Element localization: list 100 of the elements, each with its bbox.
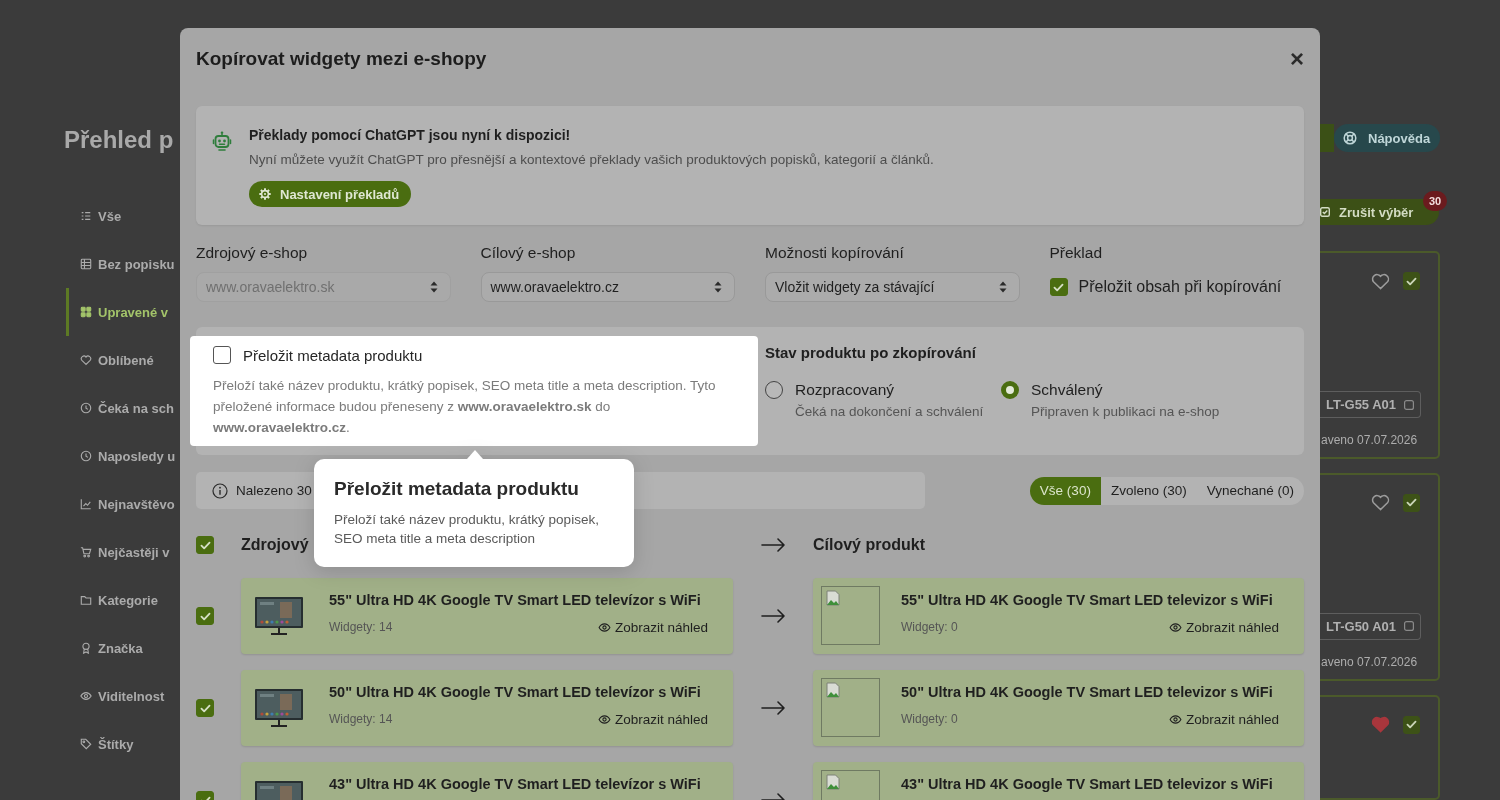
filter-tab[interactable]: Vynechané (0)	[1196, 476, 1304, 505]
checkmark-icon	[199, 611, 211, 621]
clock-icon	[80, 402, 92, 414]
robot-icon	[212, 131, 232, 151]
product-title: 55" Ultra HD 4K Google TV Smart LED televízor s WiFi	[329, 591, 701, 610]
checkbox[interactable]	[196, 607, 214, 625]
sidebar-item[interactable]: Čeká na sch	[66, 384, 180, 432]
filter-tab[interactable]: Zvoleno (30)	[1100, 476, 1197, 505]
sidebar-item[interactable]: Nejčastěji v	[66, 528, 180, 576]
widget-count: Widgety: 14	[329, 711, 393, 727]
updown-caret-icon	[714, 281, 722, 293]
heart-icon	[80, 354, 92, 366]
checkmark-icon	[199, 703, 211, 713]
checkmark-icon	[199, 540, 211, 550]
square-icon	[1404, 399, 1415, 410]
sidebar-item[interactable]: Kategorie	[66, 576, 180, 624]
folder-icon	[80, 594, 92, 606]
date-text: aveno 07.07.2026	[1320, 432, 1418, 448]
radio-hint: Připraven k publikaci na e-shop	[1031, 403, 1220, 421]
eye-icon	[1168, 622, 1182, 632]
broken-image-icon	[825, 682, 841, 698]
tooltip-title: Přeložit metadata produktu	[334, 477, 580, 501]
heart-icon[interactable]	[1371, 494, 1390, 512]
checkbox[interactable]	[1403, 272, 1420, 290]
filter-tab[interactable]: Vše (30)	[1029, 476, 1101, 505]
checkmark-icon	[1053, 282, 1064, 292]
sidebar-item[interactable]: Vše	[66, 192, 180, 240]
sidebar-item[interactable]: Naposledy u	[66, 432, 180, 480]
checkbox[interactable]	[213, 346, 231, 364]
radio-label: Rozpracovaný	[795, 381, 895, 399]
tv-drawing	[254, 596, 304, 636]
arrow-right-icon	[761, 538, 785, 552]
sidebar-item[interactable]: Viditelnost	[66, 672, 180, 720]
product-title: 43" Ultra HD 4K Google TV Smart LED televízor s WiFi	[329, 775, 701, 794]
sidebar-item[interactable]: Nejnavštěvo	[66, 480, 180, 528]
dropdown[interactable]: www.oravaelektro.cz	[480, 272, 735, 302]
sidebar-item[interactable]: Štítky	[66, 720, 180, 768]
preview-link[interactable]: Zobrazit náhled	[1168, 619, 1279, 635]
grid-icon	[80, 306, 92, 318]
clock-icon	[80, 450, 92, 462]
checkbox-label: Přeložit metadata produktu	[243, 346, 423, 364]
sidebar-item[interactable]: Značka	[66, 624, 180, 672]
translation-settings-button[interactable]: Nastavení překladů	[249, 181, 412, 207]
sidebar-item[interactable]: Bez popisku	[66, 240, 180, 288]
product-title: 50" Ultra HD 4K Google TV Smart LED televízor s WiFi	[329, 683, 701, 702]
radio-button[interactable]	[1001, 381, 1019, 399]
preview-link[interactable]: Zobrazit náhled	[1168, 711, 1279, 727]
product-code: LT-G50 A01	[1326, 618, 1397, 634]
info-icon	[212, 482, 228, 499]
field-label: Cílový e-shop	[480, 243, 576, 262]
product-title: 50" Ultra HD 4K Google TV Smart LED televizor s WiFi	[901, 683, 1273, 702]
widget-count: Widgety: 0	[901, 619, 958, 635]
eye-icon	[597, 714, 611, 724]
column-title: Cílový produkt	[813, 536, 925, 554]
updown-caret-icon	[429, 281, 438, 293]
checkmark-icon	[1406, 276, 1417, 286]
widget-count: Widgety: 14	[329, 619, 393, 635]
cart-icon	[80, 546, 92, 558]
product-title: 55" Ultra HD 4K Google TV Smart LED televizor s WiFi	[901, 591, 1273, 610]
square-icon	[1404, 621, 1415, 632]
dialog-title: Kopírovat widgety mezi e-shopy	[196, 48, 487, 70]
checkbox[interactable]	[1403, 715, 1420, 734]
widget-count: Widgety: 0	[901, 711, 958, 727]
medal-icon	[80, 642, 92, 654]
close-button[interactable]: ×	[1290, 47, 1304, 71]
section-title: Stav produktu po zkopírování	[765, 344, 976, 362]
results-count-text: Nalezeno 30	[236, 483, 312, 498]
date-text: aveno 07.07.2026	[1320, 653, 1418, 670]
eye-icon	[597, 622, 611, 632]
sidebar-item[interactable]: Oblíbené	[66, 336, 180, 384]
preview-link[interactable]: Zobrazit náhled	[597, 711, 708, 727]
broken-image-icon	[825, 590, 841, 606]
arrow-right-icon	[761, 609, 785, 623]
tv-drawing	[254, 688, 304, 728]
heart-icon[interactable]	[1371, 272, 1390, 290]
field-label: Zdrojový e-shop	[196, 243, 308, 262]
dropdown[interactable]: Vložit widgety za stávající	[765, 272, 1020, 302]
preview-link[interactable]: Zobrazit náhled	[597, 619, 708, 635]
eye-icon	[80, 690, 92, 702]
tag-icon	[80, 738, 92, 750]
count-badge: 30	[1423, 191, 1447, 211]
checkbox[interactable]	[196, 536, 214, 554]
list-icon	[80, 210, 92, 222]
chart-icon	[80, 498, 92, 510]
field-label: Překlad	[1049, 243, 1103, 262]
radio-hint: Čeká na dokončení a schválení	[795, 403, 984, 421]
checkbox-label: Přeložit obsah při kopírování	[1078, 278, 1282, 296]
notice-text: Nyní můžete využít ChatGPT pro přesnější a kontextové překlady vašich produktových popisků, kategorií a článků.	[249, 151, 934, 169]
updown-caret-icon	[998, 281, 1007, 293]
option-description: Přeloží také název produktu, krátký popisek, SEO meta title a meta description. Tyto přeložené informace budou přeneseny z www.oravaelektro.sk do www.oravaelektro.cz.	[213, 377, 717, 437]
checkmark-icon	[1406, 720, 1417, 730]
eye-icon	[1168, 714, 1182, 724]
checkbox[interactable]	[1049, 278, 1068, 296]
arrow-right-icon	[761, 701, 785, 715]
checkbox-icon	[1320, 207, 1330, 217]
help-button[interactable]: Nápověda	[1334, 124, 1440, 152]
radio-label: Schválený	[1031, 381, 1103, 399]
radio-button[interactable]	[765, 381, 783, 399]
checkbox[interactable]	[1403, 493, 1420, 512]
checkbox[interactable]	[196, 699, 214, 717]
